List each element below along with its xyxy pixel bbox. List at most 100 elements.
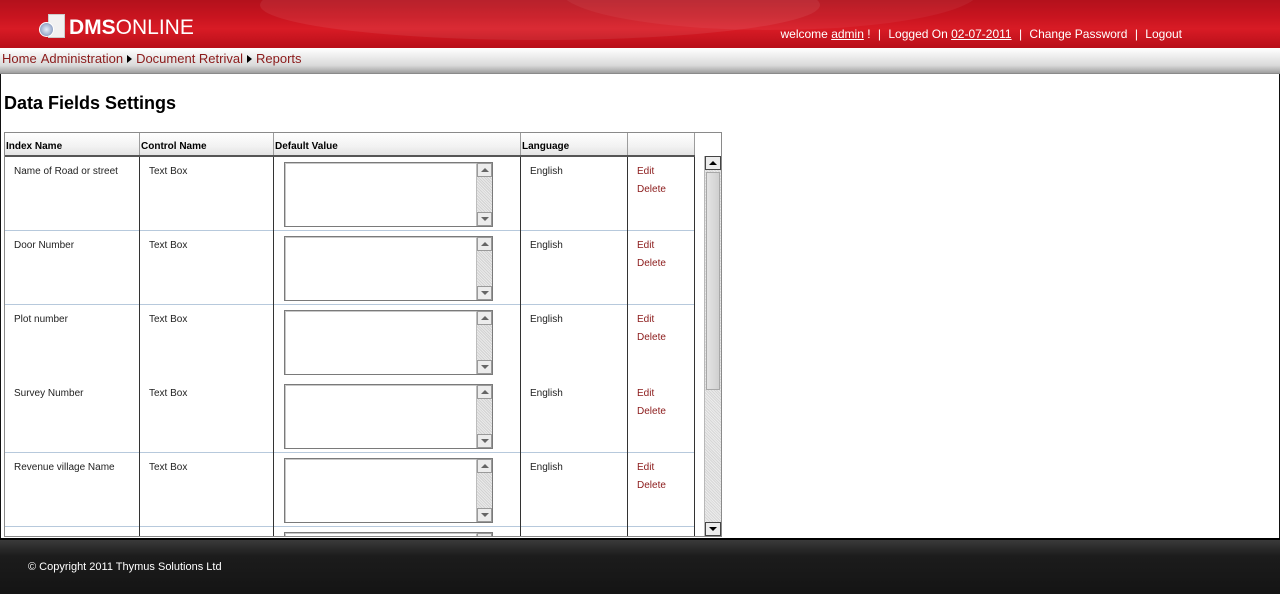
- index-name-cell: Survey Number: [5, 379, 140, 453]
- scroll-up-icon[interactable]: [477, 385, 492, 399]
- textarea-scrollbar[interactable]: [476, 459, 492, 522]
- language-cell: English: [521, 379, 628, 453]
- default-value-cell: [274, 305, 521, 379]
- nav-arrow-icon: [127, 54, 133, 63]
- welcome-label: welcome: [780, 27, 828, 41]
- default-value-cell: [274, 231, 521, 305]
- index-name-cell: Plot number: [5, 305, 140, 379]
- index-name-cell: Door Number: [5, 231, 140, 305]
- username-link[interactable]: admin: [831, 27, 864, 41]
- control-name-cell: [140, 527, 274, 536]
- nav-arrow-icon: [247, 54, 252, 63]
- actions-cell: Edit Delete: [628, 453, 695, 527]
- table-row: [5, 527, 695, 536]
- nav-administration[interactable]: Administration: [41, 51, 123, 66]
- separator: |: [1018, 27, 1023, 41]
- delete-link[interactable]: Delete: [637, 184, 694, 195]
- grid-scrollbar[interactable]: [704, 156, 721, 536]
- logout-link[interactable]: Logout: [1145, 27, 1182, 41]
- edit-link[interactable]: Edit: [637, 314, 694, 325]
- scroll-up-icon[interactable]: [477, 459, 492, 473]
- language-cell: English: [521, 231, 628, 305]
- header-bar: DMSONLINE welcome admin ! | Logged On 02…: [0, 0, 1280, 48]
- control-name-cell: Text Box: [140, 157, 274, 231]
- logged-on-label: Logged On: [888, 27, 948, 41]
- page-title: Data Fields Settings: [4, 93, 177, 113]
- index-name-cell: Revenue village Name: [5, 453, 140, 527]
- scroll-down-icon[interactable]: [477, 286, 492, 300]
- control-name-cell: Text Box: [140, 305, 274, 379]
- separator: |: [1134, 27, 1138, 41]
- separator: |: [877, 27, 882, 41]
- default-value-textarea[interactable]: [284, 458, 493, 523]
- textarea-scrollbar[interactable]: [476, 311, 492, 374]
- scroll-up-icon[interactable]: [477, 533, 492, 536]
- scroll-up-icon[interactable]: [477, 163, 492, 177]
- user-bar: welcome admin ! | Logged On 02-07-2011 |…: [780, 27, 1182, 41]
- scroll-up-icon[interactable]: [477, 237, 492, 251]
- scroll-down-icon[interactable]: [477, 508, 492, 522]
- actions-cell: [628, 527, 695, 536]
- control-name-cell: Text Box: [140, 231, 274, 305]
- column-header-language[interactable]: Language: [521, 133, 628, 155]
- footer: © Copyright 2011 Thymus Solutions Ltd: [0, 538, 1280, 594]
- textarea-scrollbar[interactable]: [476, 385, 492, 448]
- logo[interactable]: DMSONLINE: [38, 11, 194, 43]
- default-value-cell: [274, 379, 521, 453]
- textarea-scrollbar[interactable]: [476, 163, 492, 226]
- actions-cell: Edit Delete: [628, 379, 695, 453]
- default-value-textarea[interactable]: [284, 162, 493, 227]
- table-row: Survey Number Text Box English Edit Dele…: [5, 379, 695, 453]
- logo-text: DMSONLINE: [69, 15, 194, 39]
- logo-icon: [38, 12, 68, 42]
- actions-cell: Edit Delete: [628, 157, 695, 231]
- table-row: Name of Road or street Text Box English …: [5, 157, 695, 231]
- column-header-control-name[interactable]: Control Name: [140, 133, 274, 155]
- delete-link[interactable]: Delete: [637, 480, 694, 491]
- change-password-link[interactable]: Change Password: [1029, 27, 1127, 41]
- language-cell: [521, 527, 628, 536]
- control-name-cell: Text Box: [140, 379, 274, 453]
- data-fields-grid: Index Name Control Name Default Value La…: [4, 132, 722, 537]
- delete-link[interactable]: Delete: [637, 332, 694, 343]
- column-header-index-name[interactable]: Index Name: [5, 133, 140, 155]
- username-suffix: !: [867, 27, 871, 41]
- grid-body: Name of Road or street Text Box English …: [5, 157, 695, 536]
- default-value-cell: [274, 527, 521, 536]
- default-value-textarea[interactable]: [284, 236, 493, 301]
- logged-on-date-link[interactable]: 02-07-2011: [951, 27, 1012, 41]
- control-name-cell: Text Box: [140, 453, 274, 527]
- actions-cell: Edit Delete: [628, 305, 695, 379]
- table-row: Door Number Text Box English Edit Delete: [5, 231, 695, 305]
- scroll-up-icon[interactable]: [477, 311, 492, 325]
- default-value-cell: [274, 453, 521, 527]
- table-row: Revenue village Name Text Box English Ed…: [5, 453, 695, 527]
- scroll-down-icon[interactable]: [477, 360, 492, 374]
- grid-header: Index Name Control Name Default Value La…: [5, 133, 695, 157]
- nav-bar: Home Administration Document Retrival Re…: [0, 48, 1280, 74]
- column-header-actions: [628, 133, 695, 155]
- index-name-cell: Name of Road or street: [5, 157, 140, 231]
- scroll-down-icon[interactable]: [705, 522, 721, 536]
- default-value-textarea[interactable]: [284, 310, 493, 375]
- scroll-down-icon[interactable]: [477, 434, 492, 448]
- language-cell: English: [521, 453, 628, 527]
- nav-reports[interactable]: Reports: [256, 51, 302, 66]
- delete-link[interactable]: Delete: [637, 406, 694, 417]
- scroll-up-icon[interactable]: [705, 156, 721, 170]
- scrollbar-thumb[interactable]: [706, 172, 720, 390]
- default-value-textarea[interactable]: [284, 532, 493, 536]
- textarea-scrollbar[interactable]: [476, 237, 492, 300]
- nav-document-retrival[interactable]: Document Retrival: [136, 51, 243, 66]
- default-value-textarea[interactable]: [284, 384, 493, 449]
- textarea-scrollbar[interactable]: [476, 533, 492, 536]
- edit-link[interactable]: Edit: [637, 166, 694, 177]
- scroll-down-icon[interactable]: [477, 212, 492, 226]
- nav-home[interactable]: Home: [2, 51, 37, 66]
- edit-link[interactable]: Edit: [637, 388, 694, 399]
- edit-link[interactable]: Edit: [637, 240, 694, 251]
- column-header-default-value[interactable]: Default Value: [274, 133, 521, 155]
- delete-link[interactable]: Delete: [637, 258, 694, 269]
- language-cell: English: [521, 305, 628, 379]
- edit-link[interactable]: Edit: [637, 462, 694, 473]
